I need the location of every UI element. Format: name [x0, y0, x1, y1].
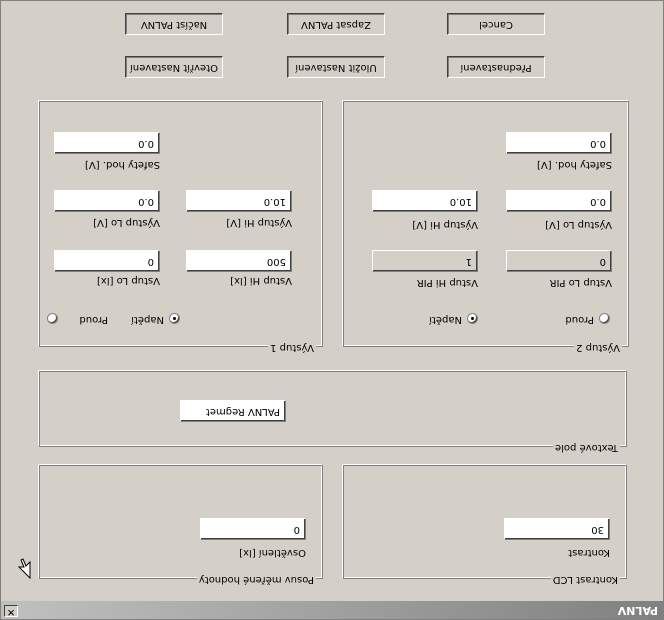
output2-safety-input[interactable]: 0.0 [506, 132, 612, 154]
output1-vystup-hi-input[interactable]: 10.0 [186, 190, 292, 212]
text-field-group-label: Textové pole [553, 441, 620, 453]
output2-vystup-lo-label: Výstup Lo [V] [545, 219, 612, 230]
output1-voltage-label: Napětí [131, 314, 164, 325]
output2-voltage-label: Napětí [429, 314, 462, 325]
output1-vstup-hi-input[interactable]: 500 [186, 250, 292, 272]
output1-vystup-hi-label: Výstup Hi [V] [226, 217, 292, 228]
output2-vstup-hi-label: Vstup Hi PIR [416, 277, 478, 288]
open-settings-button[interactable]: Otevřít Nastavení [125, 56, 223, 78]
contrast-label: Kontrast [568, 547, 610, 558]
palnv-dialog: PALNV ✕ Kontrast LCD Kontrast 30 Posuv m… [0, 0, 664, 620]
close-button[interactable]: ✕ [4, 605, 18, 617]
output1-vstup-lo-label: Vstup Lo [lx] [96, 275, 160, 286]
save-settings-button[interactable]: Uložit Nastavení [287, 56, 385, 78]
write-palnv-button[interactable]: Zapsat PALNV [287, 13, 385, 35]
output2-vystup-hi-input[interactable]: 10.0 [372, 190, 478, 212]
contrast-input[interactable]: 30 [504, 518, 610, 540]
output1-vstup-hi-label: Vstup Hi [lx] [230, 275, 292, 286]
illuminance-input[interactable]: 0 [200, 518, 306, 540]
output1-safety-input[interactable]: 0.0 [54, 132, 160, 154]
text-field-group: Textové pole PALNV Regmet [39, 371, 627, 453]
defaults-button[interactable]: Přednastavení [447, 56, 545, 78]
output2-group: Výstup 2 Napětí Proud Vstup Lo PIR 0 Vst… [343, 101, 629, 353]
output1-current-radio[interactable] [47, 313, 58, 324]
output1-vstup-lo-input[interactable]: 0 [54, 250, 160, 272]
output1-group: Výstup 1 Napětí Proud Vstup Hi [lx] 500 … [39, 101, 323, 353]
cancel-button[interactable]: Cancel [447, 13, 545, 35]
output2-vystup-lo-input[interactable]: 0.0 [506, 190, 612, 212]
output2-vstup-hi-input[interactable]: 1 [372, 250, 478, 272]
output2-vstup-lo-input[interactable]: 0 [506, 250, 612, 272]
value-shift-group: Posuv měřené hodnoty Osvětlení [lx] 0 [39, 465, 323, 585]
output2-current-label: Proud [565, 314, 594, 325]
output2-vstup-lo-label: Vstup Lo PIR [549, 277, 612, 288]
output2-voltage-radio[interactable] [467, 313, 478, 324]
output2-current-radio[interactable] [599, 313, 610, 324]
output1-group-label: Výstup 1 [268, 341, 316, 353]
output1-voltage-radio[interactable] [169, 313, 180, 324]
lcd-contrast-group: Kontrast LCD Kontrast 30 [343, 465, 627, 585]
device-text-input[interactable]: PALNV Regmet [180, 400, 286, 422]
output2-vystup-hi-label: Výstup Hi [V] [412, 219, 478, 230]
illuminance-label: Osvětlení [lx] [239, 547, 306, 558]
close-icon: ✕ [6, 606, 16, 617]
title-bar[interactable]: PALNV ✕ [1, 601, 663, 619]
output1-vystup-lo-input[interactable]: 0.0 [54, 190, 160, 212]
output2-group-label: Výstup 2 [574, 341, 622, 353]
lcd-contrast-group-label: Kontrast LCD [550, 573, 620, 585]
window-title: PALNV [617, 604, 658, 617]
read-palnv-button[interactable]: Načíst PALNV [125, 13, 223, 35]
output2-safety-label: Safety hod. [V] [537, 159, 612, 170]
output1-safety-label: Safety hod. [V] [85, 159, 160, 170]
output1-current-label: Proud [79, 314, 108, 325]
output1-vystup-lo-label: Výstup Lo [V] [93, 217, 160, 228]
mouse-cursor-icon [17, 558, 31, 579]
value-shift-group-label: Posuv měřené hodnoty [196, 573, 316, 585]
